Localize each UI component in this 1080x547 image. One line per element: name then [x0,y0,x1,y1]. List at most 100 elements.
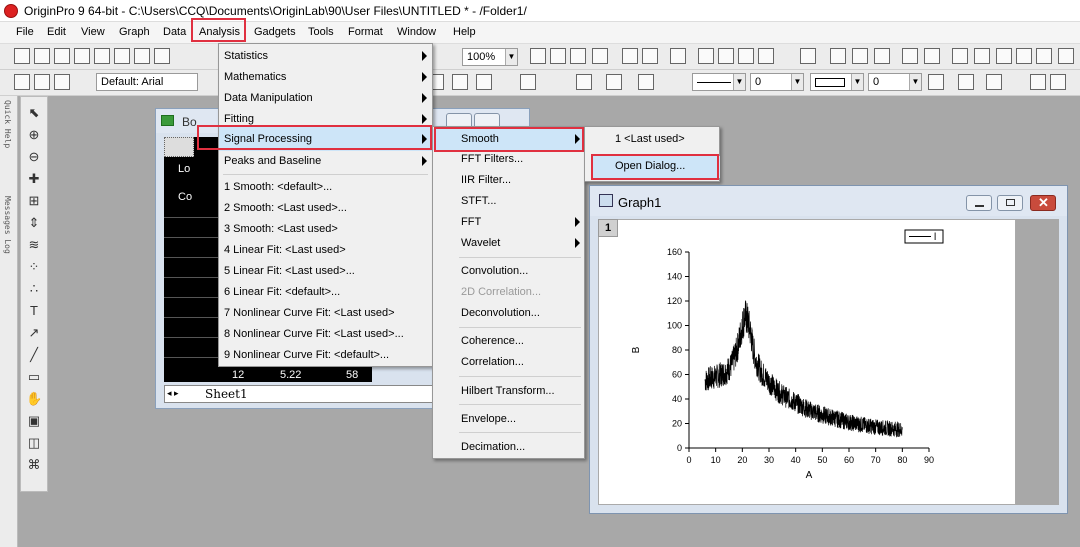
fill-style-select[interactable]: ▼ [810,73,864,91]
column-x-icon[interactable] [902,48,918,64]
column-y-icon[interactable] [924,48,940,64]
column-chart-icon[interactable] [974,48,990,64]
duplicate-icon[interactable] [570,48,586,64]
project-explorer-icon[interactable] [670,48,686,64]
new-workbook-icon[interactable] [54,48,70,64]
pattern-icon[interactable] [606,74,622,90]
fill-object-icon[interactable] [1050,74,1066,90]
object-icon[interactable] [1030,74,1046,90]
corner-cell[interactable] [164,137,194,157]
menu-recent-7[interactable]: 7 Nonlinear Curve Fit: <Last used> [219,303,432,324]
menu-coherence[interactable]: Coherence... [433,331,584,352]
menu-fft-filters[interactable]: FFT Filters... [433,149,584,170]
menu-data[interactable]: Data [163,26,186,38]
menu-gadgets[interactable]: Gadgets [254,26,296,38]
layer-indicator[interactable]: 1 [598,219,618,237]
menu-wavelet[interactable]: Wavelet [433,233,584,254]
fill-color-icon[interactable] [576,74,592,90]
menu-correlation[interactable]: Correlation... [433,352,584,373]
zoom-in-icon[interactable]: ⊕ [26,127,42,143]
menu-window[interactable]: Window [397,26,436,38]
add-column-icon[interactable] [800,48,816,64]
layer-tool-icon[interactable]: ⌘ [26,457,42,473]
graph-page[interactable]: 0 10 20 30 40 50 60 70 80 90 0 20 40 60 80 100 120 140 160… [598,219,1016,505]
menu-recent-4[interactable]: 4 Linear Fit: <Last used> [219,240,432,261]
graph-window[interactable]: Graph1 ✕ 0 10 20 30 40 50 60 70 80 90 0 20 40 60 80 100… [589,185,1068,514]
command-window-icon[interactable] [698,48,714,64]
menu-deconvolution[interactable]: Deconvolution... [433,303,584,324]
refresh-icon[interactable] [550,48,566,64]
quick-help-tab[interactable]: Quick Help [3,100,12,148]
menu-smooth-last-used[interactable]: 1 <Last used> [585,129,719,150]
text-tool-icon[interactable]: T [26,303,42,319]
menu-recent-2[interactable]: 2 Smooth: <Last used>... [219,198,432,219]
menu-convolution[interactable]: Convolution... [433,261,584,282]
tab-nav-arrows[interactable]: ◂ ▸ [167,388,179,399]
menu-format[interactable]: Format [348,26,383,38]
copy-icon[interactable] [34,74,50,90]
mask-icon[interactable]: ⁘ [26,259,42,275]
remove-filter-icon[interactable] [1036,48,1052,64]
superscript-icon[interactable] [476,74,492,90]
sum-icon[interactable] [830,48,846,64]
menu-recent-3[interactable]: 3 Smooth: <Last used> [219,219,432,240]
new-excel-icon[interactable] [74,48,90,64]
new-function-icon[interactable] [134,48,150,64]
menu-recent-8[interactable]: 8 Nonlinear Curve Fit: <Last used>... [219,324,432,345]
menu-peaks-and-baseline[interactable]: Peaks and Baseline [219,151,432,172]
settings-icon[interactable] [758,48,774,64]
sort-icon[interactable] [852,48,868,64]
new-folder-icon[interactable] [34,48,50,64]
menu-edit[interactable]: Edit [47,26,66,38]
export-icon[interactable] [592,48,608,64]
menu-recent-9[interactable]: 9 Nonlinear Curve Fit: <default>... [219,345,432,366]
graph-object-icon[interactable]: ◫ [26,435,42,451]
pointer-icon[interactable]: ⬉ [26,105,42,121]
decrease-font-icon[interactable] [452,74,468,90]
messages-log-tab[interactable]: Messages Log [3,196,12,254]
rectangle-tool-icon[interactable]: ▭ [26,369,42,385]
new-project-icon[interactable] [14,48,30,64]
line-width-select[interactable]: 0 ▼ [750,73,804,91]
fill-width-select[interactable]: 0 ▼ [868,73,922,91]
stack-chart-icon[interactable] [996,48,1012,64]
menu-file[interactable]: File [16,26,34,38]
draw-data-icon[interactable]: ∴ [26,281,42,297]
filter-icon[interactable] [1016,48,1032,64]
data-reader-icon[interactable]: ⊞ [26,193,42,209]
results-log-icon[interactable] [642,48,658,64]
region-select-icon[interactable]: ≋ [26,237,42,253]
minimize-button[interactable] [966,195,992,211]
text-color-icon[interactable] [520,74,536,90]
tab-sheet1[interactable]: Sheet1 [205,387,248,401]
menu-recent-6[interactable]: 6 Linear Fit: <default>... [219,282,432,303]
table-icon[interactable] [986,74,1002,90]
font-select[interactable]: Default: Arial [96,73,198,91]
pattern-fill-icon[interactable] [928,74,944,90]
border-icon[interactable] [958,74,974,90]
new-layout-icon[interactable] [154,48,170,64]
menu-envelope[interactable]: Envelope... [433,409,584,430]
new-matrix-icon[interactable] [114,48,130,64]
data-selector-icon[interactable]: ⇕ [26,215,42,231]
line-tool-icon[interactable]: ╱ [26,347,42,363]
cut-icon[interactable] [14,74,30,90]
menu-help[interactable]: Help [453,26,476,38]
line-color-icon[interactable] [638,74,654,90]
paste-icon[interactable] [54,74,70,90]
zoom-out-icon[interactable]: ⊖ [26,149,42,165]
menu-graph[interactable]: Graph [119,26,150,38]
maximize-button[interactable] [997,195,1023,211]
reapply-filter-icon[interactable] [1058,48,1074,64]
image-tool-icon[interactable]: ▣ [26,413,42,429]
line-style-select[interactable]: ▼ [692,73,746,91]
menu-fft[interactable]: FFT [433,212,584,233]
menu-data-manipulation[interactable]: Data Manipulation [219,88,432,109]
plot-area[interactable]: 0 10 20 30 40 50 60 70 80 90 0 20 40 60 80 100 120 140 160… [599,220,1017,506]
menu-iir-filter[interactable]: IIR Filter... [433,170,584,191]
graph-titlebar[interactable]: Graph1 ✕ [590,186,1067,216]
script-window-icon[interactable] [718,48,734,64]
bar-chart-icon[interactable] [952,48,968,64]
zoom-select[interactable]: 100% ▼ [462,48,518,66]
screen-reader-icon[interactable]: ✚ [26,171,42,187]
